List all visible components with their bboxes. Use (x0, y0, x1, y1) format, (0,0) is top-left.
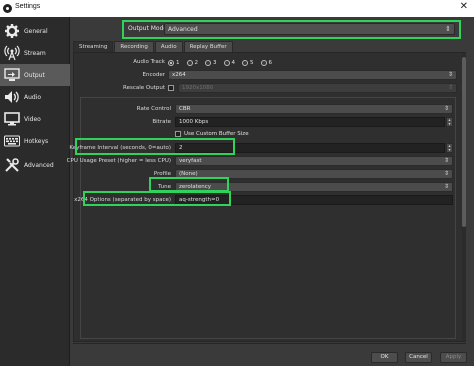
sidebar-item-stream[interactable]: Stream (0, 42, 70, 64)
chevron-updown-icon: ⇕ (447, 71, 453, 78)
profile-value: (None) (179, 171, 198, 177)
title-bar: Settings ✕ (0, 0, 474, 17)
keyframe-interval-input[interactable]: 2 (175, 143, 445, 153)
audio-track-radio-1[interactable] (168, 59, 174, 66)
chevron-updown-icon: ⇕ (447, 84, 453, 91)
chevron-updown-icon: ⇕ (443, 183, 449, 190)
sidebar-item-label: Hotkeys (24, 137, 49, 145)
settings-sidebar: General Stream Output Audio Video Hotkey… (0, 17, 70, 366)
chevron-updown-icon: ⇕ (443, 170, 449, 177)
x264-options-input[interactable]: aq-strength=0 (175, 195, 453, 205)
chevron-updown-icon: ⇕ (443, 157, 449, 164)
profile-select[interactable]: (None) ⇕ (175, 169, 453, 179)
cpu-preset-value: veryfast (179, 158, 202, 164)
window-title: Settings (15, 3, 41, 10)
audio-track-radio-5[interactable] (242, 59, 248, 66)
audio-track-radio-3[interactable] (205, 59, 211, 66)
custom-buffer-label: Use Custom Buffer Size (184, 131, 249, 137)
encoder-select[interactable]: x264 ⇕ (168, 70, 457, 80)
audio-track-radio-6[interactable] (260, 59, 267, 66)
audio-track-radio-group: 1 2 3 4 5 6 (168, 58, 279, 67)
scrollbar-thumb[interactable] (462, 57, 466, 227)
output-tabs: Streaming Recording Audio Replay Buffer (73, 41, 234, 52)
close-icon[interactable]: ✕ (460, 1, 468, 12)
chevron-updown-icon: ⇕ (445, 25, 451, 33)
cpu-preset-label: CPU Usage Preset (higher = less CPU) (66, 158, 171, 164)
output-icon (0, 64, 24, 86)
broadcast-icon (0, 42, 24, 64)
sidebar-item-label: Video (24, 115, 41, 123)
bitrate-label: Bitrate (152, 119, 171, 125)
sidebar-item-label: Advanced (24, 161, 54, 169)
sidebar-item-label: Output (24, 71, 45, 79)
rescale-output-value: 1920x1080 (182, 85, 214, 91)
keyframe-interval-stepper[interactable]: ▴ ▾ (446, 143, 453, 153)
output-mode-row: Output Mode Advanced ⇕ (124, 22, 460, 37)
output-mode-select[interactable]: Advanced ⇕ (164, 23, 455, 35)
output-mode-label: Output Mode (128, 25, 168, 32)
x264-options-label: x264 Options (separated by space) (74, 197, 171, 203)
tune-label: Tune (158, 184, 171, 190)
sidebar-item-label: Stream (24, 49, 46, 57)
sidebar-item-output[interactable]: Output (0, 64, 70, 86)
ok-button[interactable]: OK (371, 352, 398, 363)
audio-track-label: Audio Track (133, 59, 165, 65)
keyframe-interval-label: Keyframe Interval (seconds, 0=auto) (69, 145, 171, 151)
obs-logo-icon (3, 4, 12, 13)
output-mode-value: Advanced (168, 26, 198, 33)
monitor-icon (0, 108, 24, 130)
sidebar-item-label: General (24, 27, 48, 35)
sidebar-item-general[interactable]: General (0, 20, 70, 42)
bitrate-stepper[interactable]: ▴ ▾ (446, 117, 453, 127)
tools-icon (0, 154, 24, 176)
custom-buffer-checkbox[interactable] (175, 131, 181, 137)
audio-track-radio-2[interactable] (186, 59, 193, 66)
tab-audio[interactable]: Audio (154, 41, 183, 52)
encoder-label: Encoder (142, 72, 166, 78)
keyboard-icon (0, 130, 24, 152)
chevron-updown-icon: ⇕ (443, 105, 449, 112)
tab-replay-buffer[interactable]: Replay Buffer (183, 41, 233, 52)
rescale-output-label: Rescale Output (123, 85, 165, 91)
sidebar-item-hotkeys[interactable]: Hotkeys (0, 130, 70, 152)
encoder-settings-group (80, 97, 456, 339)
tab-streaming[interactable]: Streaming (73, 41, 114, 52)
tune-select[interactable]: zerolatency ⇕ (175, 182, 453, 192)
audio-track-radio-4[interactable] (223, 59, 230, 66)
sidebar-item-video[interactable]: Video (0, 108, 70, 130)
apply-button[interactable]: Apply (440, 352, 467, 363)
tab-recording[interactable]: Recording (114, 41, 154, 52)
cpu-preset-select[interactable]: veryfast ⇕ (175, 156, 453, 166)
speaker-icon (0, 86, 24, 108)
encoder-value: x264 (172, 72, 186, 78)
rescale-output-select: 1920x1080 ⇕ (178, 83, 457, 93)
cancel-button[interactable]: Cancel (405, 352, 432, 363)
rate-control-value: CBR (179, 106, 191, 112)
profile-label: Profile (153, 171, 171, 177)
sidebar-item-advanced[interactable]: Advanced (0, 154, 70, 176)
sidebar-item-audio[interactable]: Audio (0, 86, 70, 108)
bitrate-input[interactable]: 1000 Kbps (175, 117, 445, 127)
footer-divider (73, 343, 466, 344)
rescale-output-checkbox[interactable] (168, 85, 174, 91)
rate-control-label: Rate Control (136, 106, 171, 112)
gear-icon (0, 20, 24, 42)
tune-value: zerolatency (179, 184, 211, 190)
sidebar-item-label: Audio (24, 93, 42, 101)
rate-control-select[interactable]: CBR ⇕ (175, 104, 453, 114)
